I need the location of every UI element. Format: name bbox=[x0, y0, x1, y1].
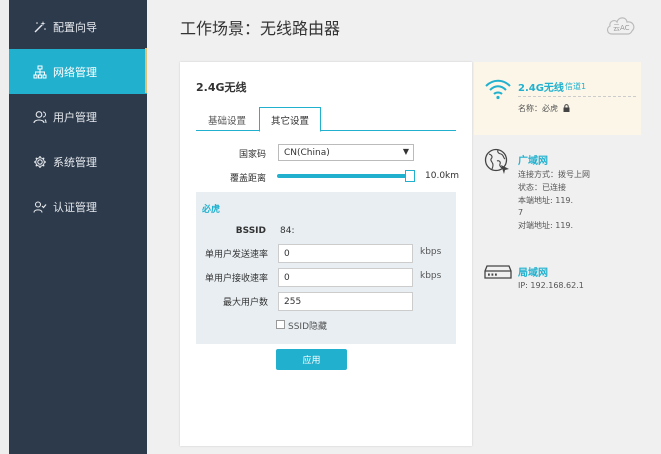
tx-rate-input[interactable]: 0 bbox=[278, 244, 413, 263]
country-value: CN(China) bbox=[284, 147, 330, 158]
wifi-icon bbox=[485, 79, 511, 100]
rx-unit: kbps bbox=[420, 271, 442, 281]
max-users-input[interactable]: 255 bbox=[278, 292, 413, 311]
sidebar-item-system[interactable]: 系统管理 bbox=[9, 139, 147, 184]
sidebar-item-network[interactable]: 网络管理 bbox=[9, 49, 147, 94]
apply-button[interactable]: 应用 bbox=[276, 349, 347, 370]
ssid-hidden-label: SSID隐藏 bbox=[288, 322, 328, 332]
wan-title: 广域网 bbox=[518, 156, 548, 167]
country-select[interactable]: CN(China) ▼ bbox=[278, 144, 414, 161]
sidebar-item-label: 系统管理 bbox=[53, 155, 97, 169]
network-icon bbox=[33, 65, 47, 79]
cloud-label: 云AC bbox=[613, 24, 630, 32]
bssid-label: BSSID bbox=[235, 226, 266, 236]
lan-ip: IP: 192.168.62.1 bbox=[518, 281, 584, 290]
lock-icon bbox=[563, 104, 570, 114]
max-users-value: 255 bbox=[284, 296, 302, 307]
tab-other-settings[interactable]: 其它设置 bbox=[259, 107, 321, 132]
coverage-slider[interactable] bbox=[277, 174, 411, 178]
router-icon bbox=[484, 265, 512, 279]
wan-remote-address: 对端地址: 119. bbox=[518, 221, 574, 230]
sidebar-gap bbox=[0, 0, 9, 454]
coverage-label: 覆盖距离 bbox=[229, 174, 266, 184]
users-icon bbox=[33, 110, 47, 124]
tab-basic-settings[interactable]: 基础设置 bbox=[196, 107, 258, 132]
divider bbox=[518, 96, 636, 97]
tx-rate-label: 单用户发送速率 bbox=[204, 250, 268, 260]
wifi-ssid-text: 名称：必虎 bbox=[518, 104, 558, 113]
country-label: 国家码 bbox=[238, 150, 266, 160]
gear-icon bbox=[33, 155, 47, 169]
cloud-ac-button[interactable]: 云AC bbox=[605, 13, 637, 37]
tx-rate-value: 0 bbox=[284, 248, 290, 259]
main-content: 工作场景：无线路由器 云AC 2.4G无线 基础设置 其它设置 国家码 CN(C… bbox=[147, 0, 661, 454]
wifi-channel: 信道1 bbox=[565, 82, 587, 91]
rx-rate-input[interactable]: 0 bbox=[278, 268, 413, 287]
rx-rate-label: 单用户接收速率 bbox=[204, 274, 268, 284]
sidebar-item-users[interactable]: 用户管理 bbox=[9, 94, 147, 139]
max-users-label: 最大用户数 bbox=[222, 298, 268, 308]
ssid-hidden-checkbox[interactable] bbox=[276, 320, 285, 329]
sidebar: 配置向导 网络管理 用户管理 系统管理 认证管理 bbox=[0, 0, 147, 454]
advanced-panel: 必虎 BSSID 84: 单用户发送速率 0 kbps 单用户接收速率 0 kb… bbox=[196, 192, 456, 344]
globe-icon bbox=[484, 148, 509, 174]
wifi-status-panel: 2.4G无线 信道1 名称：必虎 bbox=[474, 62, 641, 135]
magic-wand-icon bbox=[33, 20, 47, 34]
sidebar-item-label: 用户管理 bbox=[53, 110, 97, 124]
chevron-down-icon: ▼ bbox=[402, 147, 409, 156]
sidebar-item-label: 网络管理 bbox=[53, 65, 97, 79]
tx-unit: kbps bbox=[420, 247, 442, 257]
panel-title: 必虎 bbox=[202, 205, 221, 215]
sidebar-item-label: 配置向导 bbox=[53, 20, 97, 34]
wireless-settings-card: 2.4G无线 基础设置 其它设置 国家码 CN(China) ▼ 覆盖距离 10… bbox=[180, 62, 472, 446]
sidebar-item-config-wizard[interactable]: 配置向导 bbox=[9, 4, 147, 49]
wan-connection-type: 连接方式：拨号上网 bbox=[518, 170, 590, 179]
page-title: 工作场景：无线路由器 bbox=[180, 19, 341, 38]
bssid-value: 84: bbox=[280, 226, 295, 236]
wan-local-address-cont: 7 bbox=[518, 208, 524, 217]
sidebar-item-auth[interactable]: 认证管理 bbox=[9, 184, 147, 229]
sidebar-item-label: 认证管理 bbox=[53, 200, 97, 214]
wan-status: 状态：已连接 bbox=[518, 183, 566, 192]
card-title: 2.4G无线 bbox=[196, 81, 247, 94]
wifi-name: 2.4G无线 bbox=[518, 83, 564, 94]
coverage-value: 10.0km bbox=[425, 171, 460, 181]
coverage-slider-handle[interactable] bbox=[405, 170, 415, 182]
rx-rate-value: 0 bbox=[284, 272, 290, 283]
wan-local-address: 本端地址: 119. bbox=[518, 196, 574, 205]
user-auth-icon bbox=[33, 200, 47, 214]
tab-bar: 基础设置 其它设置 bbox=[196, 107, 456, 132]
lan-title: 局域网 bbox=[518, 268, 548, 279]
wifi-ssid: 名称：必虎 bbox=[518, 103, 570, 114]
